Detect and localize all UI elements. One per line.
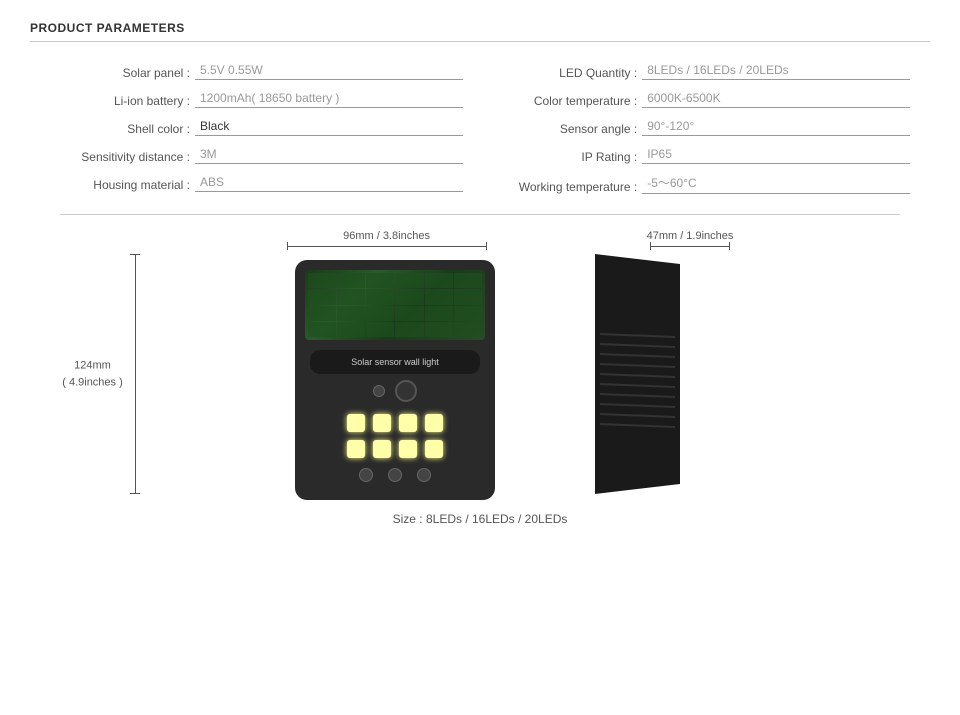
- param-value-wrap-shell: Black: [195, 118, 463, 136]
- pir-sensor-icon: [395, 380, 417, 402]
- param-value-wrap-temp: -5～60°C: [642, 174, 910, 194]
- btn-circle-3: [417, 468, 431, 482]
- param-label-shell: Shell color :: [50, 122, 195, 136]
- param-row-temp: Working temperature : -5～60°C: [497, 174, 910, 194]
- param-label-sensor: Sensor angle :: [497, 122, 642, 136]
- product-side-image: [595, 254, 685, 494]
- param-value-sensitivity: 3M: [195, 147, 217, 161]
- param-label-battery: Li-ion battery :: [50, 94, 195, 108]
- height-inches: ( 4.9inches ): [62, 376, 123, 388]
- led-8: [425, 440, 443, 458]
- param-value-sensor: 90°-120°: [642, 119, 694, 133]
- diagram-area: 96mm / 3.8inches 47mm / 1.9inches: [30, 230, 930, 526]
- param-value-ip: IP65: [642, 147, 672, 161]
- height-bottom-tick: [130, 493, 140, 494]
- size-label-wrapper: Size : 8LEDs / 16LEDs / 20LEDs: [70, 512, 890, 526]
- param-label-colortemp: Color temperature :: [497, 94, 642, 108]
- param-value-wrap-housing: ABS: [195, 174, 463, 192]
- led-grid: [347, 414, 443, 458]
- height-mm: 124mm: [74, 360, 111, 372]
- page-container: PRODUCT PARAMETERS Solar panel : 5.5V 0.…: [0, 0, 960, 715]
- product-front-image: Solar sensor wall light: [295, 260, 495, 500]
- led-4: [425, 414, 443, 432]
- side-arrow-line: [651, 246, 729, 247]
- param-row-solar: Solar panel : 5.5V 0.55W: [50, 62, 463, 80]
- front-view-container: Solar sensor wall light: [295, 254, 495, 500]
- front-arrow-right-tick: [486, 242, 487, 250]
- param-value-wrap-solar: 5.5V 0.55W: [195, 62, 463, 80]
- side-width-arrow: [650, 242, 730, 250]
- param-value-temp: -5～60°C: [642, 176, 696, 190]
- led-3: [399, 414, 417, 432]
- sensor-dot-icon: [373, 385, 385, 397]
- height-label: 124mm ( 4.9inches ): [60, 358, 125, 391]
- section-title: PRODUCT PARAMETERS: [30, 21, 185, 35]
- param-value-wrap-colortemp: 6000K-6500K: [642, 90, 910, 108]
- param-row-housing: Housing material : ABS: [50, 174, 463, 192]
- products-row: 124mm ( 4.9inches ): [70, 254, 890, 500]
- front-arrow-line: [288, 246, 486, 247]
- height-dim-wrapper: 124mm ( 4.9inches ): [130, 254, 140, 494]
- front-dim-top: 96mm / 3.8inches: [287, 230, 487, 250]
- param-label-sensitivity: Sensitivity distance :: [50, 150, 195, 164]
- height-line: [135, 255, 136, 493]
- param-row-shell: Shell color : Black: [50, 118, 463, 136]
- side-view-container: [595, 254, 685, 500]
- param-value-solar: 5.5V 0.55W: [195, 63, 263, 77]
- product-label-text: Solar sensor wall light: [351, 357, 439, 367]
- bottom-controls: [359, 468, 431, 482]
- param-row-sensor: Sensor angle : 90°-120°: [497, 118, 910, 136]
- params-area: Solar panel : 5.5V 0.55W Li-ion battery …: [30, 62, 930, 204]
- front-width-label: 96mm / 3.8inches: [343, 230, 430, 242]
- sensor-row: [373, 380, 417, 402]
- param-row-colortemp: Color temperature : 6000K-6500K: [497, 90, 910, 108]
- btn-circle-2: [388, 468, 402, 482]
- param-value-housing: ABS: [195, 175, 224, 189]
- led-7: [399, 440, 417, 458]
- btn-circle-1: [359, 468, 373, 482]
- side-dim-top: 47mm / 1.9inches: [647, 230, 734, 250]
- front-width-arrow: [287, 242, 487, 250]
- param-value-wrap-sensor: 90°-120°: [642, 118, 910, 136]
- param-value-shell: Black: [195, 119, 229, 133]
- size-label: Size : 8LEDs / 16LEDs / 20LEDs: [393, 512, 568, 526]
- param-value-led: 8LEDs / 16LEDs / 20LEDs: [642, 63, 788, 77]
- param-label-housing: Housing material :: [50, 178, 195, 192]
- param-label-solar: Solar panel :: [50, 66, 195, 80]
- top-dim-labels: 96mm / 3.8inches 47mm / 1.9inches: [100, 230, 890, 250]
- param-row-sensitivity: Sensitivity distance : 3M: [50, 146, 463, 164]
- param-value-wrap-sensitivity: 3M: [195, 146, 463, 164]
- led-6: [373, 440, 391, 458]
- side-arrow-right-tick: [729, 242, 730, 250]
- param-value-wrap-ip: IP65: [642, 146, 910, 164]
- param-row-ip: IP Rating : IP65: [497, 146, 910, 164]
- param-label-led: LED Quantity :: [497, 66, 642, 80]
- param-label-temp: Working temperature :: [497, 180, 642, 194]
- param-value-wrap-battery: 1200mAh( 18650 battery ): [195, 90, 463, 108]
- params-left-col: Solar panel : 5.5V 0.55W Li-ion battery …: [50, 62, 463, 204]
- led-2: [373, 414, 391, 432]
- solar-cell: [308, 273, 336, 288]
- param-value-battery: 1200mAh( 18650 battery ): [195, 91, 339, 105]
- param-row-battery: Li-ion battery : 1200mAh( 18650 battery …: [50, 90, 463, 108]
- param-value-colortemp: 6000K-6500K: [642, 91, 720, 105]
- param-label-ip: IP Rating :: [497, 150, 642, 164]
- product-label-strip: Solar sensor wall light: [310, 350, 480, 374]
- section-header: PRODUCT PARAMETERS: [30, 20, 930, 42]
- param-value-wrap-led: 8LEDs / 16LEDs / 20LEDs: [642, 62, 910, 80]
- params-right-col: LED Quantity : 8LEDs / 16LEDs / 20LEDs C…: [497, 62, 910, 204]
- horizontal-divider: [60, 214, 900, 215]
- led-5: [347, 440, 365, 458]
- solar-panel: [305, 270, 485, 340]
- side-width-label: 47mm / 1.9inches: [647, 230, 734, 242]
- led-1: [347, 414, 365, 432]
- param-row-led: LED Quantity : 8LEDs / 16LEDs / 20LEDs: [497, 62, 910, 80]
